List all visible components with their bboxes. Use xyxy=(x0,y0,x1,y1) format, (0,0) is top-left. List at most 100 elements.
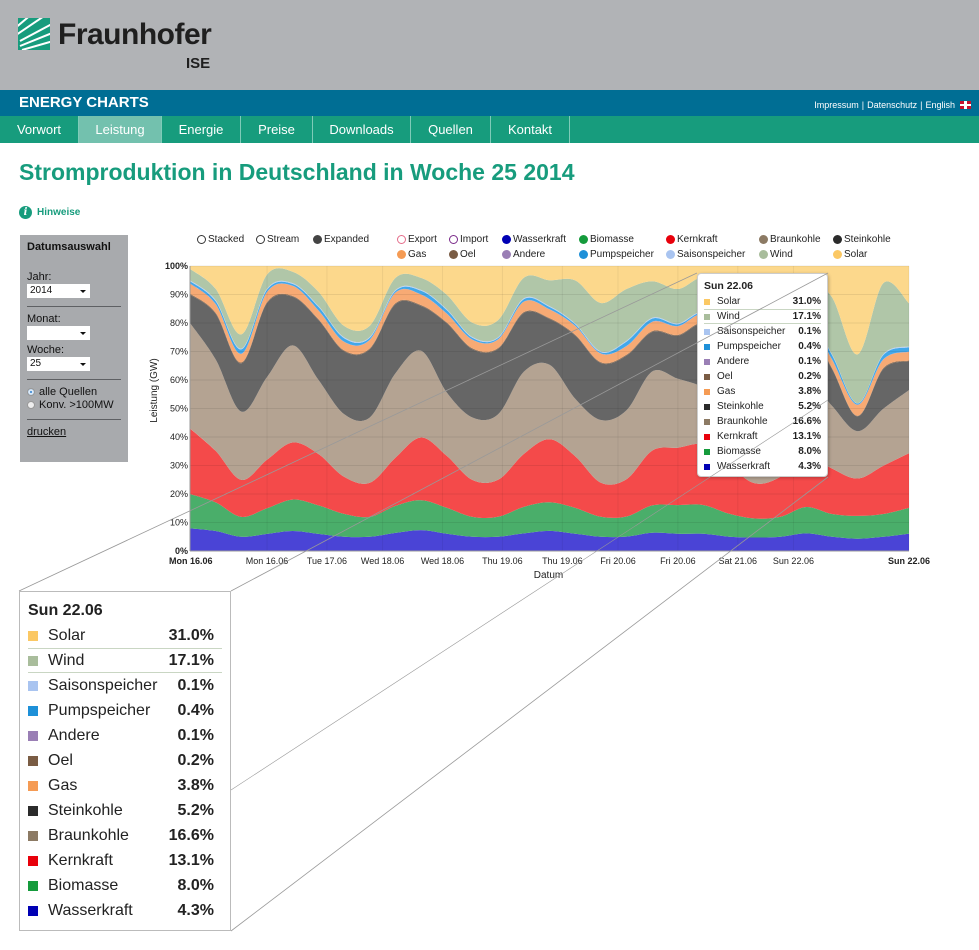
tooltip-row-wasserkraft: Wasserkraft 4.3% xyxy=(704,459,821,474)
x-tick-label: Tue 17.06 xyxy=(307,556,347,566)
series-name: Solar xyxy=(48,626,86,644)
series-value: 0.2% xyxy=(798,371,821,382)
color-swatch-icon xyxy=(704,373,710,380)
color-swatch-icon xyxy=(28,805,38,816)
y-tick-label: 0% xyxy=(175,546,188,556)
series-name: Andere xyxy=(48,726,100,744)
series-value: 3.8% xyxy=(177,776,214,794)
x-tick-label: Thu 19.06 xyxy=(482,556,523,566)
stacked-area-chart: 0% 10% 20% 30% 40% 50% 60% 70% 80% 90% 100% Mon 16.… xyxy=(149,261,930,581)
color-swatch-icon xyxy=(704,463,710,470)
tooltip-row-kernkraft: Kernkraft 13.1% xyxy=(704,429,821,444)
series-name: Wind xyxy=(717,311,740,322)
tooltip-row-oel: Oel 0.2% xyxy=(28,748,222,773)
series-name: Kernkraft xyxy=(717,431,758,442)
tooltip-row-gas: Gas 3.8% xyxy=(28,773,222,798)
x-tick-label: Mon 16.06 xyxy=(246,556,289,566)
series-value: 0.1% xyxy=(798,326,821,337)
series-value: 16.6% xyxy=(168,826,214,844)
series-value: 4.3% xyxy=(798,461,821,472)
series-value: 13.1% xyxy=(168,851,214,869)
x-tick-label: Fri 20.06 xyxy=(660,556,696,566)
series-value: 31.0% xyxy=(792,296,821,307)
tooltip-row-saisonspeicher: Saisonspeicher 0.1% xyxy=(28,673,222,698)
series-name: Braunkohle xyxy=(717,416,768,427)
tooltip-row-solar: Solar 31.0% xyxy=(704,294,821,309)
y-tick-label: 10% xyxy=(170,518,188,528)
tooltip-row-biomasse: Biomasse 8.0% xyxy=(28,873,222,898)
color-swatch-icon xyxy=(704,418,710,425)
series-value: 0.1% xyxy=(177,726,214,744)
tooltip-row-wasserkraft: Wasserkraft 4.3% xyxy=(28,898,222,923)
color-swatch-icon xyxy=(704,298,710,305)
series-name: Oel xyxy=(717,371,733,382)
tooltip-row-biomasse: Biomasse 8.0% xyxy=(704,444,821,459)
series-name: Steinkohle xyxy=(717,401,764,412)
series-value: 5.2% xyxy=(177,801,214,819)
tooltip-row-wind: Wind 17.1% xyxy=(704,309,821,324)
tooltip-row-oel: Oel 0.2% xyxy=(704,369,821,384)
color-swatch-icon xyxy=(28,730,38,741)
color-swatch-icon xyxy=(28,655,38,666)
tooltip-row-wind: Wind 17.1% xyxy=(28,648,222,673)
series-value: 8.0% xyxy=(798,446,821,457)
tooltip-row-steinkohle: Steinkohle 5.2% xyxy=(704,399,821,414)
x-tick-label: Wed 18.06 xyxy=(361,556,404,566)
color-swatch-icon xyxy=(704,448,710,455)
series-name: Wasserkraft xyxy=(717,461,770,472)
color-swatch-icon xyxy=(28,755,38,766)
color-swatch-icon xyxy=(28,680,38,691)
color-swatch-icon xyxy=(28,780,38,791)
color-swatch-icon xyxy=(704,433,710,440)
y-axis-title: Leistung (GW) xyxy=(149,358,160,422)
series-name: Pumpspeicher xyxy=(717,341,781,352)
series-value: 3.8% xyxy=(798,386,821,397)
color-swatch-icon xyxy=(704,343,710,350)
y-tick-label: 20% xyxy=(170,489,188,499)
x-tick-label: Sun 22.06 xyxy=(888,556,930,566)
color-swatch-icon xyxy=(704,328,710,335)
y-tick-label: 30% xyxy=(170,461,188,471)
series-value: 0.4% xyxy=(798,341,821,352)
series-name: Andere xyxy=(717,356,750,367)
color-swatch-icon xyxy=(28,830,38,841)
series-name: Biomasse xyxy=(717,446,761,457)
series-value: 17.1% xyxy=(168,651,214,669)
tooltip-row-solar: Solar 31.0% xyxy=(28,623,222,648)
series-name: Gas xyxy=(717,386,736,397)
color-swatch-icon xyxy=(28,855,38,866)
y-tick-label: 40% xyxy=(170,432,188,442)
series-value: 31.0% xyxy=(168,626,214,644)
y-tick-label: 100% xyxy=(165,261,188,271)
series-value: 0.4% xyxy=(177,701,214,719)
x-tick-label: Mon 16.06 xyxy=(169,556,213,566)
x-tick-label: Wed 18.06 xyxy=(421,556,464,566)
series-name: Wind xyxy=(48,651,85,669)
tooltip-row-saisonspeicher: Saisonspeicher 0.1% xyxy=(704,324,821,339)
tooltip-row-pumpspeicher: Pumpspeicher 0.4% xyxy=(704,339,821,354)
series-value: 16.6% xyxy=(792,416,821,427)
series-name: Wasserkraft xyxy=(48,901,133,919)
tooltip-title: Sun 22.06 xyxy=(704,280,754,292)
color-swatch-icon xyxy=(28,880,38,891)
series-name: Solar xyxy=(717,296,741,307)
series-name: Saisonspeicher xyxy=(717,326,786,337)
tooltip-row-steinkohle: Steinkohle 5.2% xyxy=(28,798,222,823)
tooltip-row-pumpspeicher: Pumpspeicher 0.4% xyxy=(28,698,222,723)
tooltip-row-andere: Andere 0.1% xyxy=(704,354,821,369)
series-value: 8.0% xyxy=(177,876,214,894)
chart-tooltip: Sun 22.06 Solar 31.0% Wind 17.1% Saisonspeic… xyxy=(697,273,828,477)
x-tick-label: Sat 21.06 xyxy=(719,556,758,566)
magnified-tooltip: Sun 22.06 Solar 31.0% Wind 17.1% Saisonspeic… xyxy=(19,591,231,931)
series-name: Saisonspeicher xyxy=(48,676,158,694)
x-axis-title: Datum xyxy=(534,570,563,581)
y-tick-label: 50% xyxy=(170,404,188,414)
tooltip-row-braunkohle: Braunkohle 16.6% xyxy=(704,414,821,429)
series-name: Kernkraft xyxy=(48,851,113,869)
color-swatch-icon xyxy=(704,403,710,410)
color-swatch-icon xyxy=(28,705,38,716)
series-value: 0.2% xyxy=(177,751,214,769)
x-tick-label: Fri 20.06 xyxy=(600,556,636,566)
series-name: Gas xyxy=(48,776,78,794)
tooltip-row-kernkraft: Kernkraft 13.1% xyxy=(28,848,222,873)
